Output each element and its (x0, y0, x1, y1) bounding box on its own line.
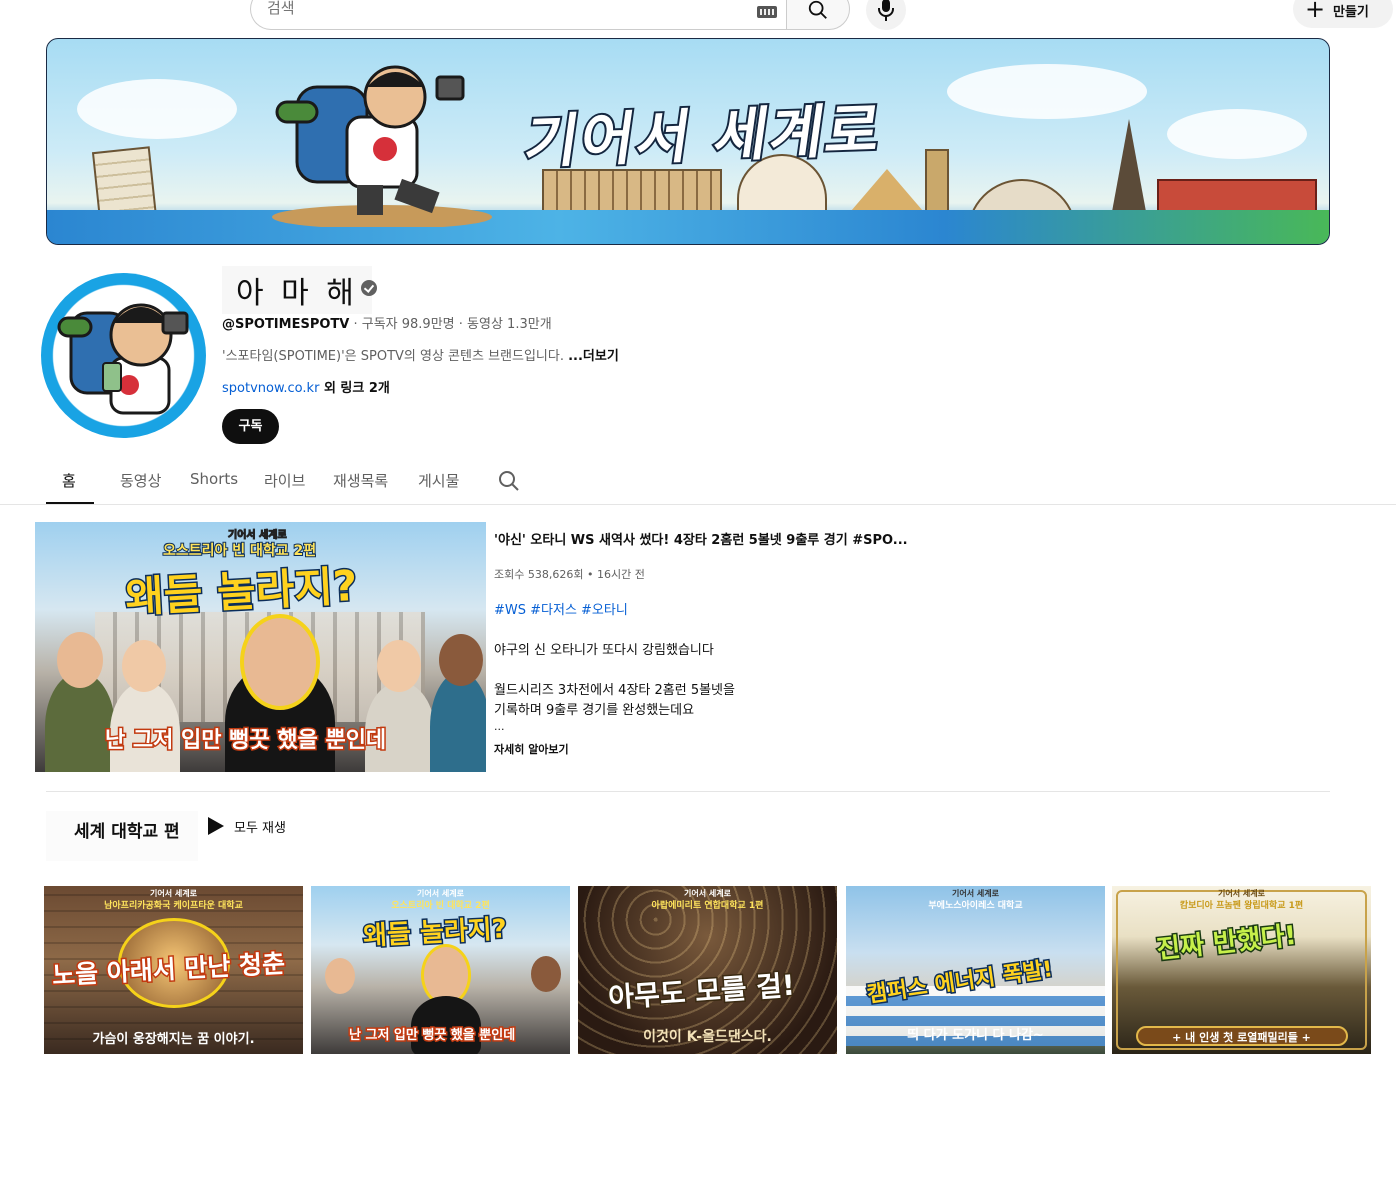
separator: · (458, 317, 468, 332)
card-caption: 난 그저 입만 뻥끗 했을 뿐인데 (347, 1027, 516, 1045)
tab-videos[interactable]: 동영상 (120, 470, 161, 491)
face (439, 634, 483, 686)
create-label: 만들기 (1333, 5, 1369, 20)
separator: • (586, 568, 597, 581)
featured-stats: 조회수 538,626회 • 16시간 전 (494, 566, 645, 582)
featured-desc-ellipsis: ... (494, 720, 505, 733)
face (57, 632, 103, 688)
card-title: 왜들 놀라지? (361, 913, 509, 953)
mic-icon (878, 0, 894, 21)
banner-title: 기어서 세계로 (519, 94, 889, 178)
upload-age: 16시간 전 (596, 568, 645, 581)
channel-avatar[interactable] (41, 273, 206, 438)
cloud (1167, 109, 1307, 159)
more-link[interactable]: ...더보기 (568, 349, 619, 364)
card-caption: 띄 다가 도가니 다 나감~ (907, 1028, 1044, 1043)
channel-meta: @SPOTIMESPOTV · 구독자 98.9만명 · 동영상 1.3만개 (222, 313, 552, 332)
channel-description[interactable]: '스포타임(SPOTIME)'은 SPOTV의 영상 콘텐츠 브랜드입니다. .… (222, 345, 619, 364)
traveler-illustration (272, 65, 492, 227)
card-subtitle: 아랍에미리트 연합대학교 1편 (651, 901, 764, 911)
search-input[interactable] (267, 0, 737, 17)
cloud (77, 79, 237, 139)
thumbnail-caption: 난 그저 입만 뻥끗 했을 뿐인데 (103, 727, 387, 755)
playlist-video-card[interactable]: 기어서 세계로 남아프리카공화국 케이프타운 대학교 노을 아래서 만난 청춘 … (44, 886, 303, 1054)
featured-desc-line: 기록하며 9출루 경기를 완성했는데요 (494, 703, 695, 718)
card-subtitle: 남아프리카공화국 케이프타운 대학교 (104, 901, 243, 911)
featured-desc-line: 야구의 신 오타니가 또다시 강림했습니다 (494, 643, 714, 658)
more-links[interactable]: 외 링크 2개 (319, 381, 390, 396)
featured-desc-line: 월드시리즈 3차전에서 4장타 2홈런 5볼넷을 (494, 683, 735, 698)
tab-search-icon[interactable] (497, 469, 521, 493)
channel-links[interactable]: spotvnow.co.kr 외 링크 2개 (222, 377, 390, 396)
card-caption: 이것이 K-올드댄스다. (643, 1029, 772, 1045)
read-more-link[interactable]: 자세히 알아보기 (494, 741, 569, 757)
banner-ground (47, 210, 1329, 244)
card-caption: 가슴이 웅장해지는 꿈 이야기. (92, 1032, 255, 1047)
cloud (947, 64, 1147, 119)
create-button[interactable]: + 만들기 (1293, 0, 1393, 28)
subscriber-count: 구독자 98.9만명 (361, 317, 455, 332)
plus-icon: + (1305, 0, 1326, 23)
keyboard-icon[interactable] (757, 6, 777, 18)
channel-handle: @SPOTIMESPOTV (222, 317, 350, 332)
search-button[interactable] (786, 0, 850, 30)
card-subtitle: 오스트리아 빈 대학교 2편 (391, 901, 490, 911)
description-text: '스포타임(SPOTIME)'은 SPOTV의 영상 콘텐츠 브랜드입니다. (222, 349, 564, 364)
card-caption: + 내 인생 첫 로열패밀리들 + (1172, 1031, 1311, 1044)
playlist-video-card[interactable]: 기어서 세계로 아랍에미리트 연합대학교 1편 아무도 모를 걸! 이것이 K-… (578, 886, 837, 1054)
separator: · (353, 317, 362, 332)
playlist-video-card[interactable]: 기어서 세계로 오스트리아 빈 대학교 2편 왜들 놀라지? 난 그저 입만 뻥… (311, 886, 570, 1054)
channel-banner: 기어서 세계로 (46, 38, 1330, 245)
play-icon (208, 817, 224, 835)
channel-link[interactable]: spotvnow.co.kr (222, 381, 319, 396)
featured-thumbnail[interactable]: 기어서 세계로 오스트리아 빈 대학교 2편 왜들 놀라지? 난 그저 입만 뻥… (35, 522, 486, 772)
featured-hashtags[interactable]: #WS #다저스 #오타니 (494, 599, 628, 618)
face (531, 956, 561, 992)
search-icon (808, 0, 827, 19)
shelf-title: 세계 대학교 편 (74, 822, 180, 842)
avatar-illustration (57, 303, 189, 415)
tab-live[interactable]: 라이브 (264, 470, 305, 491)
tab-home[interactable]: 홈 (62, 470, 76, 491)
card-subtitle: 캄보디아 프놈펜 왕립대학교 1편 (1179, 901, 1304, 911)
video-count: 동영상 1.3만개 (467, 317, 552, 332)
face (240, 614, 320, 710)
view-count: 조회수 538,626회 (494, 568, 584, 581)
playlist-video-card[interactable]: 기어서 세계로 캄보디아 프놈펜 왕립대학교 1편 진짜 반했다! + 내 인생… (1112, 886, 1371, 1054)
tabs-divider (0, 504, 1396, 505)
tab-playlists[interactable]: 재생목록 (333, 470, 388, 491)
play-all-label: 모두 재생 (234, 821, 286, 836)
thumbnail-title: 왜들 놀라지? (123, 559, 360, 623)
subscribe-button[interactable]: 구독 (222, 409, 279, 444)
section-divider (46, 791, 1330, 792)
channel-name: 아 마 해 (222, 266, 372, 314)
voice-search-button[interactable] (866, 0, 906, 30)
thumbnail-series-label: 기어서 세계로 (228, 530, 288, 542)
face (377, 640, 421, 692)
featured-title[interactable]: '야신' 오타니 WS 새역사 썼다! 4장타 2홈런 5볼넷 9출루 경기 #… (494, 529, 908, 548)
shelf-title-banner[interactable]: 세계 대학교 편 (46, 811, 198, 861)
tab-posts[interactable]: 게시물 (418, 470, 459, 491)
verified-badge-icon (361, 280, 377, 296)
face (325, 958, 355, 994)
person (430, 672, 486, 772)
face (122, 640, 166, 692)
card-subtitle: 부에노스아이레스 대학교 (928, 901, 1023, 911)
tab-shorts[interactable]: Shorts (190, 470, 238, 488)
search-box[interactable] (250, 0, 788, 30)
playlist-video-card[interactable]: 기어서 세계로 부에노스아이레스 대학교 캠퍼스 에너지 폭발! 띄 다가 도가… (846, 886, 1105, 1054)
